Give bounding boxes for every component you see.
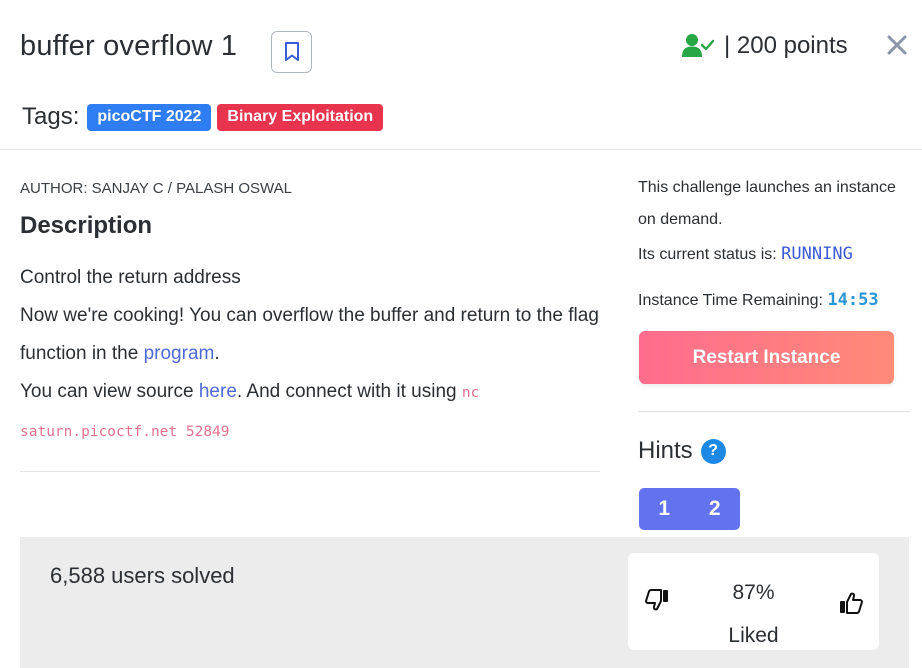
- bookmark-button[interactable]: [271, 31, 312, 73]
- instance-launch-text: This challenge launches an instance on d…: [638, 179, 896, 228]
- liked-label: Liked: [728, 624, 779, 647]
- hint-button-2[interactable]: 2: [690, 488, 741, 530]
- source-link[interactable]: here: [199, 381, 237, 402]
- like-card: 87% Liked: [628, 553, 879, 650]
- hint-button-1[interactable]: 1: [639, 488, 690, 530]
- hints-header: Hints ?: [638, 437, 726, 465]
- description-line-1: Control the return address: [20, 267, 241, 288]
- description-line-2-text: Now we're cooking! You can overflow the …: [20, 305, 599, 364]
- restart-instance-button[interactable]: Restart Instance: [639, 331, 894, 384]
- user-check-icon: [682, 34, 714, 57]
- description-paragraph-2: Now we're cooking! You can overflow the …: [20, 297, 610, 373]
- bookmark-icon: [284, 42, 299, 61]
- stats-footer: 6,588 users solved 87% Liked: [20, 537, 909, 668]
- tags-label: Tags:: [22, 103, 80, 130]
- instance-time-label: Instance Time Remaining:: [638, 292, 823, 309]
- hints-divider: [638, 411, 910, 412]
- description-line-3-text: You can view source: [20, 381, 199, 402]
- thumbs-up-icon: [840, 592, 863, 614]
- thumbs-up-button[interactable]: [838, 590, 864, 616]
- instance-time-line: Instance Time Remaining: 14:53: [638, 284, 908, 317]
- tag-badge-binary-exploitation[interactable]: Binary Exploitation: [217, 103, 384, 131]
- challenge-header: buffer overflow 1 | 200 points Tags: pic…: [0, 0, 922, 150]
- points-display: | 200 points: [682, 32, 848, 60]
- close-button[interactable]: [885, 33, 909, 57]
- points-value: | 200 points: [724, 32, 848, 59]
- description-paragraph-3: You can view source here. And connect wi…: [20, 373, 610, 451]
- description-divider: [20, 471, 600, 472]
- instance-status-value: RUNNING: [781, 244, 853, 264]
- tag-badge-picoctf-2022[interactable]: picoCTF 2022: [87, 103, 212, 131]
- instance-panel: This challenge launches an instance on d…: [638, 172, 908, 317]
- hint-button-group: 1 2: [639, 488, 740, 530]
- close-icon: [887, 35, 907, 55]
- description-heading: Description: [20, 212, 153, 239]
- description-line-2-suffix: .: [214, 343, 220, 364]
- instance-time-value: 14:53: [827, 290, 879, 310]
- question-circle-icon[interactable]: ?: [700, 438, 726, 464]
- page-title: buffer overflow 1: [20, 30, 238, 62]
- hints-label: Hints: [638, 437, 693, 464]
- description-line-3-mid: . And connect with it using: [236, 381, 462, 402]
- tags-row: Tags: picoCTF 2022 Binary Exploitation: [22, 103, 389, 131]
- solved-count: 6,588 users solved: [50, 563, 235, 588]
- description-body: Control the return address Now we're coo…: [20, 259, 610, 451]
- instance-status-line: Its current status is: RUNNING: [638, 238, 908, 271]
- instance-status-label: Its current status is:: [638, 246, 777, 263]
- author-line: AUTHOR: SANJAY C / PALASH OSWAL: [20, 180, 293, 197]
- program-link[interactable]: program: [144, 343, 215, 364]
